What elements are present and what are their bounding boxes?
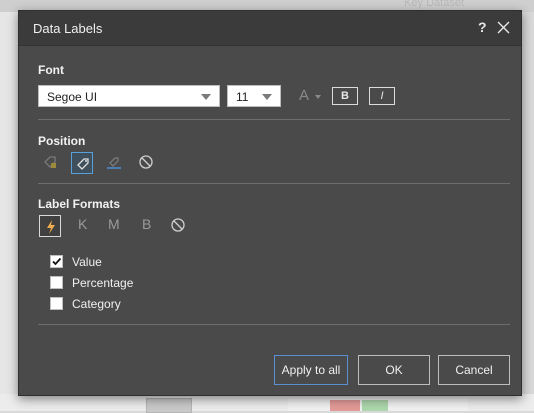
- value-checkbox-label: Value: [72, 255, 102, 269]
- background-text: Key Dataset: [404, 0, 464, 9]
- format-auto-button[interactable]: [39, 215, 61, 237]
- background-chart-segment: [330, 400, 360, 411]
- percentage-checkbox-label: Percentage: [72, 276, 134, 290]
- font-color-button[interactable]: A: [297, 85, 327, 107]
- apply-to-all-button[interactable]: Apply to all: [274, 355, 348, 385]
- background-left-panel: [0, 12, 18, 411]
- font-section-label: Font: [38, 63, 64, 77]
- position-inside-base-button[interactable]: [103, 151, 125, 173]
- position-section-label: Position: [38, 134, 86, 148]
- format-thousands-button[interactable]: K: [78, 216, 87, 232]
- tag-base-icon: [107, 157, 121, 169]
- lightning-icon: [47, 220, 55, 234]
- font-size-value: 11: [236, 90, 249, 104]
- chevron-down-icon: [201, 94, 211, 100]
- chevron-down-icon: [262, 94, 272, 100]
- font-family-value: Segoe UI: [47, 90, 98, 104]
- divider: [38, 119, 510, 120]
- format-millions-button[interactable]: M: [108, 216, 120, 232]
- bold-button[interactable]: B: [332, 87, 358, 105]
- ok-button[interactable]: OK: [358, 355, 430, 385]
- background-chart-segment: [362, 400, 388, 411]
- data-labels-dialog: Data Labels ? Font Segoe UI 11 A B I Pos…: [18, 10, 522, 396]
- italic-button[interactable]: I: [369, 87, 395, 105]
- position-inside-end-button[interactable]: [39, 151, 61, 173]
- format-billions-button[interactable]: B: [142, 216, 151, 232]
- font-family-select[interactable]: Segoe UI: [38, 85, 220, 107]
- font-size-select[interactable]: 11: [227, 85, 281, 107]
- caret-down-icon: [315, 95, 321, 99]
- percentage-checkbox[interactable]: [50, 276, 63, 289]
- close-icon[interactable]: [496, 20, 511, 35]
- dialog-titlebar: Data Labels ?: [19, 11, 521, 46]
- value-checkbox[interactable]: [50, 255, 63, 268]
- help-button[interactable]: ?: [478, 19, 487, 35]
- category-checkbox[interactable]: [50, 297, 63, 310]
- position-outside-end-button[interactable]: [71, 152, 93, 174]
- font-color-icon: A: [299, 87, 310, 104]
- divider: [38, 183, 510, 184]
- dialog-title: Data Labels: [33, 21, 103, 36]
- format-none-button[interactable]: [167, 214, 189, 236]
- none-icon: [171, 218, 185, 232]
- position-none-button[interactable]: [135, 151, 157, 173]
- label-formats-section-label: Label Formats: [38, 197, 121, 211]
- tag-icon: [77, 158, 89, 170]
- divider: [38, 324, 510, 325]
- category-checkbox-label: Category: [72, 297, 121, 311]
- tag-inside-icon: [44, 156, 56, 168]
- none-icon: [139, 155, 153, 169]
- checkmark-icon: [52, 257, 62, 266]
- cancel-button[interactable]: Cancel: [438, 355, 510, 385]
